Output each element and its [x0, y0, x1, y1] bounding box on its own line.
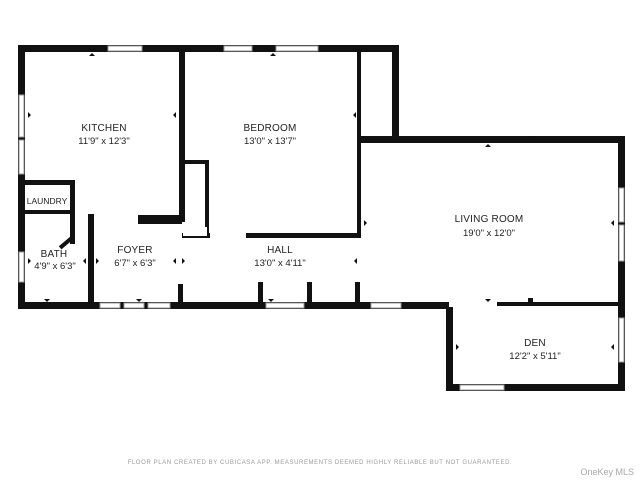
interior-walls	[25, 52, 618, 309]
laundry-label: LAUNDRY	[27, 196, 68, 206]
foyer-dimensions: 6'7" x 6'3"	[114, 258, 156, 269]
brand-watermark: OneKey MLS	[580, 467, 634, 477]
kitchen-dimensions: 11'9" x 12'3"	[78, 136, 129, 147]
hall-label: HALL	[267, 245, 293, 256]
bedroom-dimensions: 13'0" x 13'7"	[244, 136, 296, 147]
bath-label: BATH	[41, 249, 68, 260]
living-room-label: LIVING ROOM	[455, 214, 524, 225]
disclaimer-text: FLOOR PLAN CREATED BY CUBICASA APP. MEAS…	[127, 460, 513, 466]
kitchen-label: KITCHEN	[81, 123, 126, 134]
room-labels: KITCHEN 11'9" x 12'3" BEDROOM 13'0" x 13…	[27, 123, 561, 362]
floor-plan: KITCHEN 11'9" x 12'3" BEDROOM 13'0" x 13…	[18, 45, 625, 391]
hall-dimensions: 13'0" x 4'11"	[254, 258, 305, 269]
den-dimensions: 12'2" x 5'11"	[509, 351, 560, 362]
bath-dimensions: 4'9" x 6'3"	[34, 261, 76, 272]
foyer-label: FOYER	[117, 245, 152, 256]
living-room-dimensions: 19'0" x 12'0"	[463, 228, 515, 239]
den-label: DEN	[524, 338, 546, 349]
bedroom-label: BEDROOM	[243, 123, 296, 134]
